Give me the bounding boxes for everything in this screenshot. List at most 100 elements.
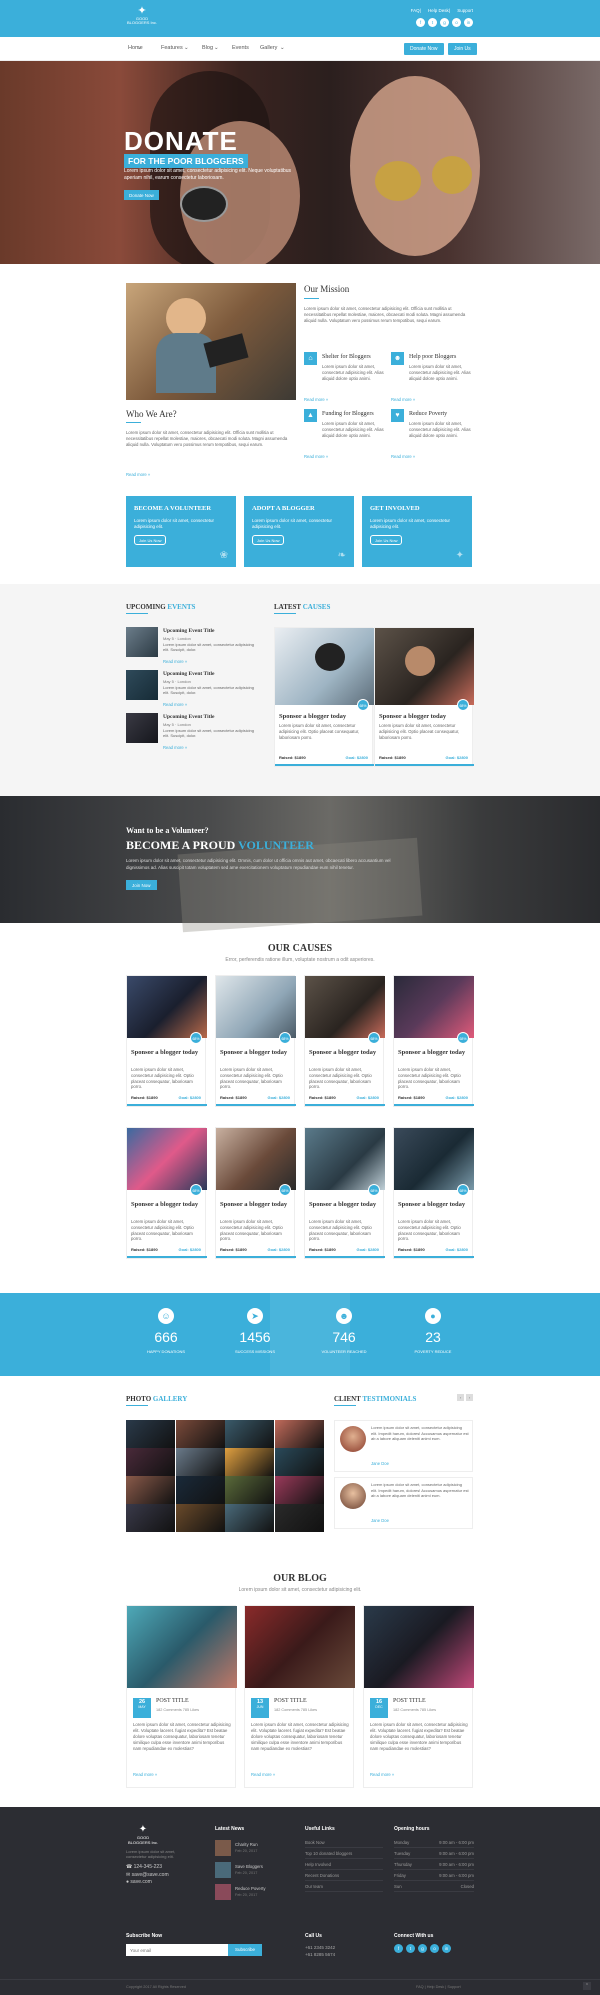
gallery-photo[interactable] [126, 1504, 175, 1532]
feature-read-more[interactable]: Read more » [304, 397, 328, 402]
cause-card[interactable]: 68% Sponsor a blogger today Lorem ipsum do… [126, 975, 207, 1107]
gallery-photo[interactable] [175, 1420, 225, 1448]
facebook-icon[interactable]: f [394, 1944, 403, 1953]
footer-link[interactable]: Book Now [305, 1837, 383, 1848]
volunteer-join-button[interactable]: Join Now [126, 880, 157, 890]
top-link-help[interactable]: Help Desk [428, 8, 449, 13]
gallery-photo[interactable] [225, 1448, 274, 1476]
gallery-photo[interactable] [274, 1504, 324, 1532]
call-number[interactable]: +61 8285 5674 [305, 1951, 335, 1958]
gallery-photo[interactable] [126, 1476, 175, 1504]
cause-title: Sponsor a blogger today [220, 1201, 288, 1208]
footer-site[interactable]: ● save.com [126, 1879, 169, 1887]
gallery-photo[interactable] [126, 1420, 175, 1448]
footer-logo[interactable]: ✦ GOOD BLOGGERS Inc. [126, 1825, 160, 1846]
bottom-link[interactable]: Support [447, 1985, 460, 1989]
join-us-button[interactable]: Join Us [448, 43, 477, 55]
linkedin-icon[interactable]: in [464, 18, 473, 27]
blog-post-card[interactable]: 26 MAY POST TITLE 182 Comments 785 Likes … [126, 1605, 237, 1788]
cause-percent-badge: 68% [457, 1184, 469, 1196]
box-join-button[interactable]: Join Us Now [252, 535, 285, 545]
who-read-more[interactable]: Read more » [126, 472, 150, 477]
google-plus-icon[interactable]: g [418, 1944, 427, 1953]
top-link-support[interactable]: Support [457, 8, 473, 13]
latest-cause-card[interactable]: 68% Sponsor a blogger today Lorem ipsum … [274, 627, 374, 767]
footer-link[interactable]: Our team [305, 1881, 383, 1892]
gallery-photo[interactable] [175, 1448, 225, 1476]
footer-link[interactable]: Help Involved [305, 1859, 383, 1870]
subscribe-email-input[interactable] [126, 1944, 228, 1956]
post-read-more[interactable]: Read more » [370, 1772, 394, 1777]
chevron-left-icon[interactable]: ‹ [457, 1394, 464, 1401]
blog-title: OUR BLOG [273, 1573, 327, 1584]
news-item[interactable]: Charity Run Feb 20, 2017 [215, 1840, 295, 1862]
social-links: f t g o in [416, 18, 473, 27]
testimonial-name: Jane Doe [371, 1518, 389, 1523]
event-read-more[interactable]: Read more » [163, 745, 187, 750]
feature-read-more[interactable]: Read more » [304, 454, 328, 459]
bottom-link[interactable]: Help Desk [427, 1985, 445, 1989]
instagram-icon[interactable]: o [430, 1944, 439, 1953]
top-link-faq[interactable]: FAQ [411, 8, 420, 13]
gallery-photo[interactable] [274, 1420, 324, 1448]
event-read-more[interactable]: Read more » [163, 659, 187, 664]
logo[interactable]: ✦ GOOD BLOGGERS Inc. [125, 5, 159, 33]
feature-title: Shelter for Bloggers [322, 354, 371, 360]
footer-email[interactable]: ✉ save@save.com [126, 1872, 169, 1880]
nav-features[interactable]: Features [161, 45, 183, 51]
gallery-photo[interactable] [175, 1504, 225, 1532]
post-read-more[interactable]: Read more » [251, 1772, 275, 1777]
footer-phone[interactable]: ☎ 124-345-223 [126, 1864, 169, 1872]
cause-card[interactable]: 68% Sponsor a blogger today Lorem ipsum do… [126, 1127, 207, 1259]
linkedin-icon[interactable]: in [442, 1944, 451, 1953]
gallery-photo[interactable] [175, 1476, 225, 1504]
facebook-icon[interactable]: f [416, 18, 425, 27]
call-number[interactable]: +61 2345 3242 [305, 1944, 335, 1951]
news-item[interactable]: Save Bloggers Feb 20, 2017 [215, 1862, 295, 1884]
event-item[interactable]: Upcoming Event Title May 5 · London Lore… [126, 627, 266, 664]
footer-link[interactable]: Recent Donations [305, 1870, 383, 1881]
blog-post-card[interactable]: 16 DEC POST TITLE 182 Comments 785 Likes … [363, 1605, 474, 1788]
hero-donate-button[interactable]: Donate Now [124, 190, 159, 200]
gallery-photo[interactable] [225, 1476, 274, 1504]
cause-text: Lorem ipsum dolor sit amet, consectetur … [398, 1219, 461, 1242]
nav-gallery[interactable]: Gallery [260, 45, 277, 51]
latest-cause-card[interactable]: 68% Sponsor a blogger today Lorem ipsum … [374, 627, 474, 767]
subscribe-button[interactable]: Subscribe [228, 1944, 262, 1956]
box-join-button[interactable]: Join Us Now [370, 535, 403, 545]
post-title: POST TITLE [393, 1698, 426, 1704]
gallery-photo[interactable] [225, 1420, 274, 1448]
cause-card[interactable]: 68% Sponsor a blogger today Lorem ipsum do… [215, 975, 296, 1107]
twitter-icon[interactable]: t [406, 1944, 415, 1953]
event-item[interactable]: Upcoming Event Title May 5 · London Lore… [126, 713, 266, 750]
progress-bar [216, 1256, 296, 1258]
back-to-top-icon[interactable]: ⌃ [583, 1982, 591, 1990]
cause-card[interactable]: 68% Sponsor a blogger today Lorem ipsum do… [304, 1127, 385, 1259]
blog-post-card[interactable]: 13 JUN POST TITLE 182 Comments 785 Likes … [244, 1605, 355, 1788]
cause-card[interactable]: 68% Sponsor a blogger today Lorem ipsum do… [393, 1127, 474, 1259]
chevron-right-icon[interactable]: › [466, 1394, 473, 1401]
event-item[interactable]: Upcoming Event Title May 5 · London Lore… [126, 670, 266, 707]
box-join-button[interactable]: Join Us Now [134, 535, 167, 545]
gallery-photo[interactable] [126, 1448, 175, 1476]
gallery-photo[interactable] [274, 1448, 324, 1476]
nav-blog[interactable]: Blog [202, 45, 213, 51]
footer-link[interactable]: Top 10 donated bloggers [305, 1848, 383, 1859]
gallery-photo[interactable] [225, 1504, 274, 1532]
donate-now-button[interactable]: Donate Now [404, 43, 444, 55]
gallery-photo[interactable] [274, 1476, 324, 1504]
feature-read-more[interactable]: Read more » [391, 397, 415, 402]
cause-card[interactable]: 68% Sponsor a blogger today Lorem ipsum do… [393, 975, 474, 1107]
event-read-more[interactable]: Read more » [163, 702, 187, 707]
nav-events[interactable]: Events [232, 45, 249, 51]
feature-read-more[interactable]: Read more » [391, 454, 415, 459]
instagram-icon[interactable]: o [452, 18, 461, 27]
cause-card[interactable]: 68% Sponsor a blogger today Lorem ipsum do… [304, 975, 385, 1107]
bottom-link[interactable]: FAQ [416, 1985, 424, 1989]
cause-card[interactable]: 68% Sponsor a blogger today Lorem ipsum do… [215, 1127, 296, 1259]
google-plus-icon[interactable]: g [440, 18, 449, 27]
twitter-icon[interactable]: t [428, 18, 437, 27]
counter-label: HAPPY DONATIONS [146, 1349, 186, 1354]
news-item[interactable]: Reduce Poverty Feb 20, 2017 [215, 1884, 295, 1906]
post-read-more[interactable]: Read more » [133, 1772, 157, 1777]
